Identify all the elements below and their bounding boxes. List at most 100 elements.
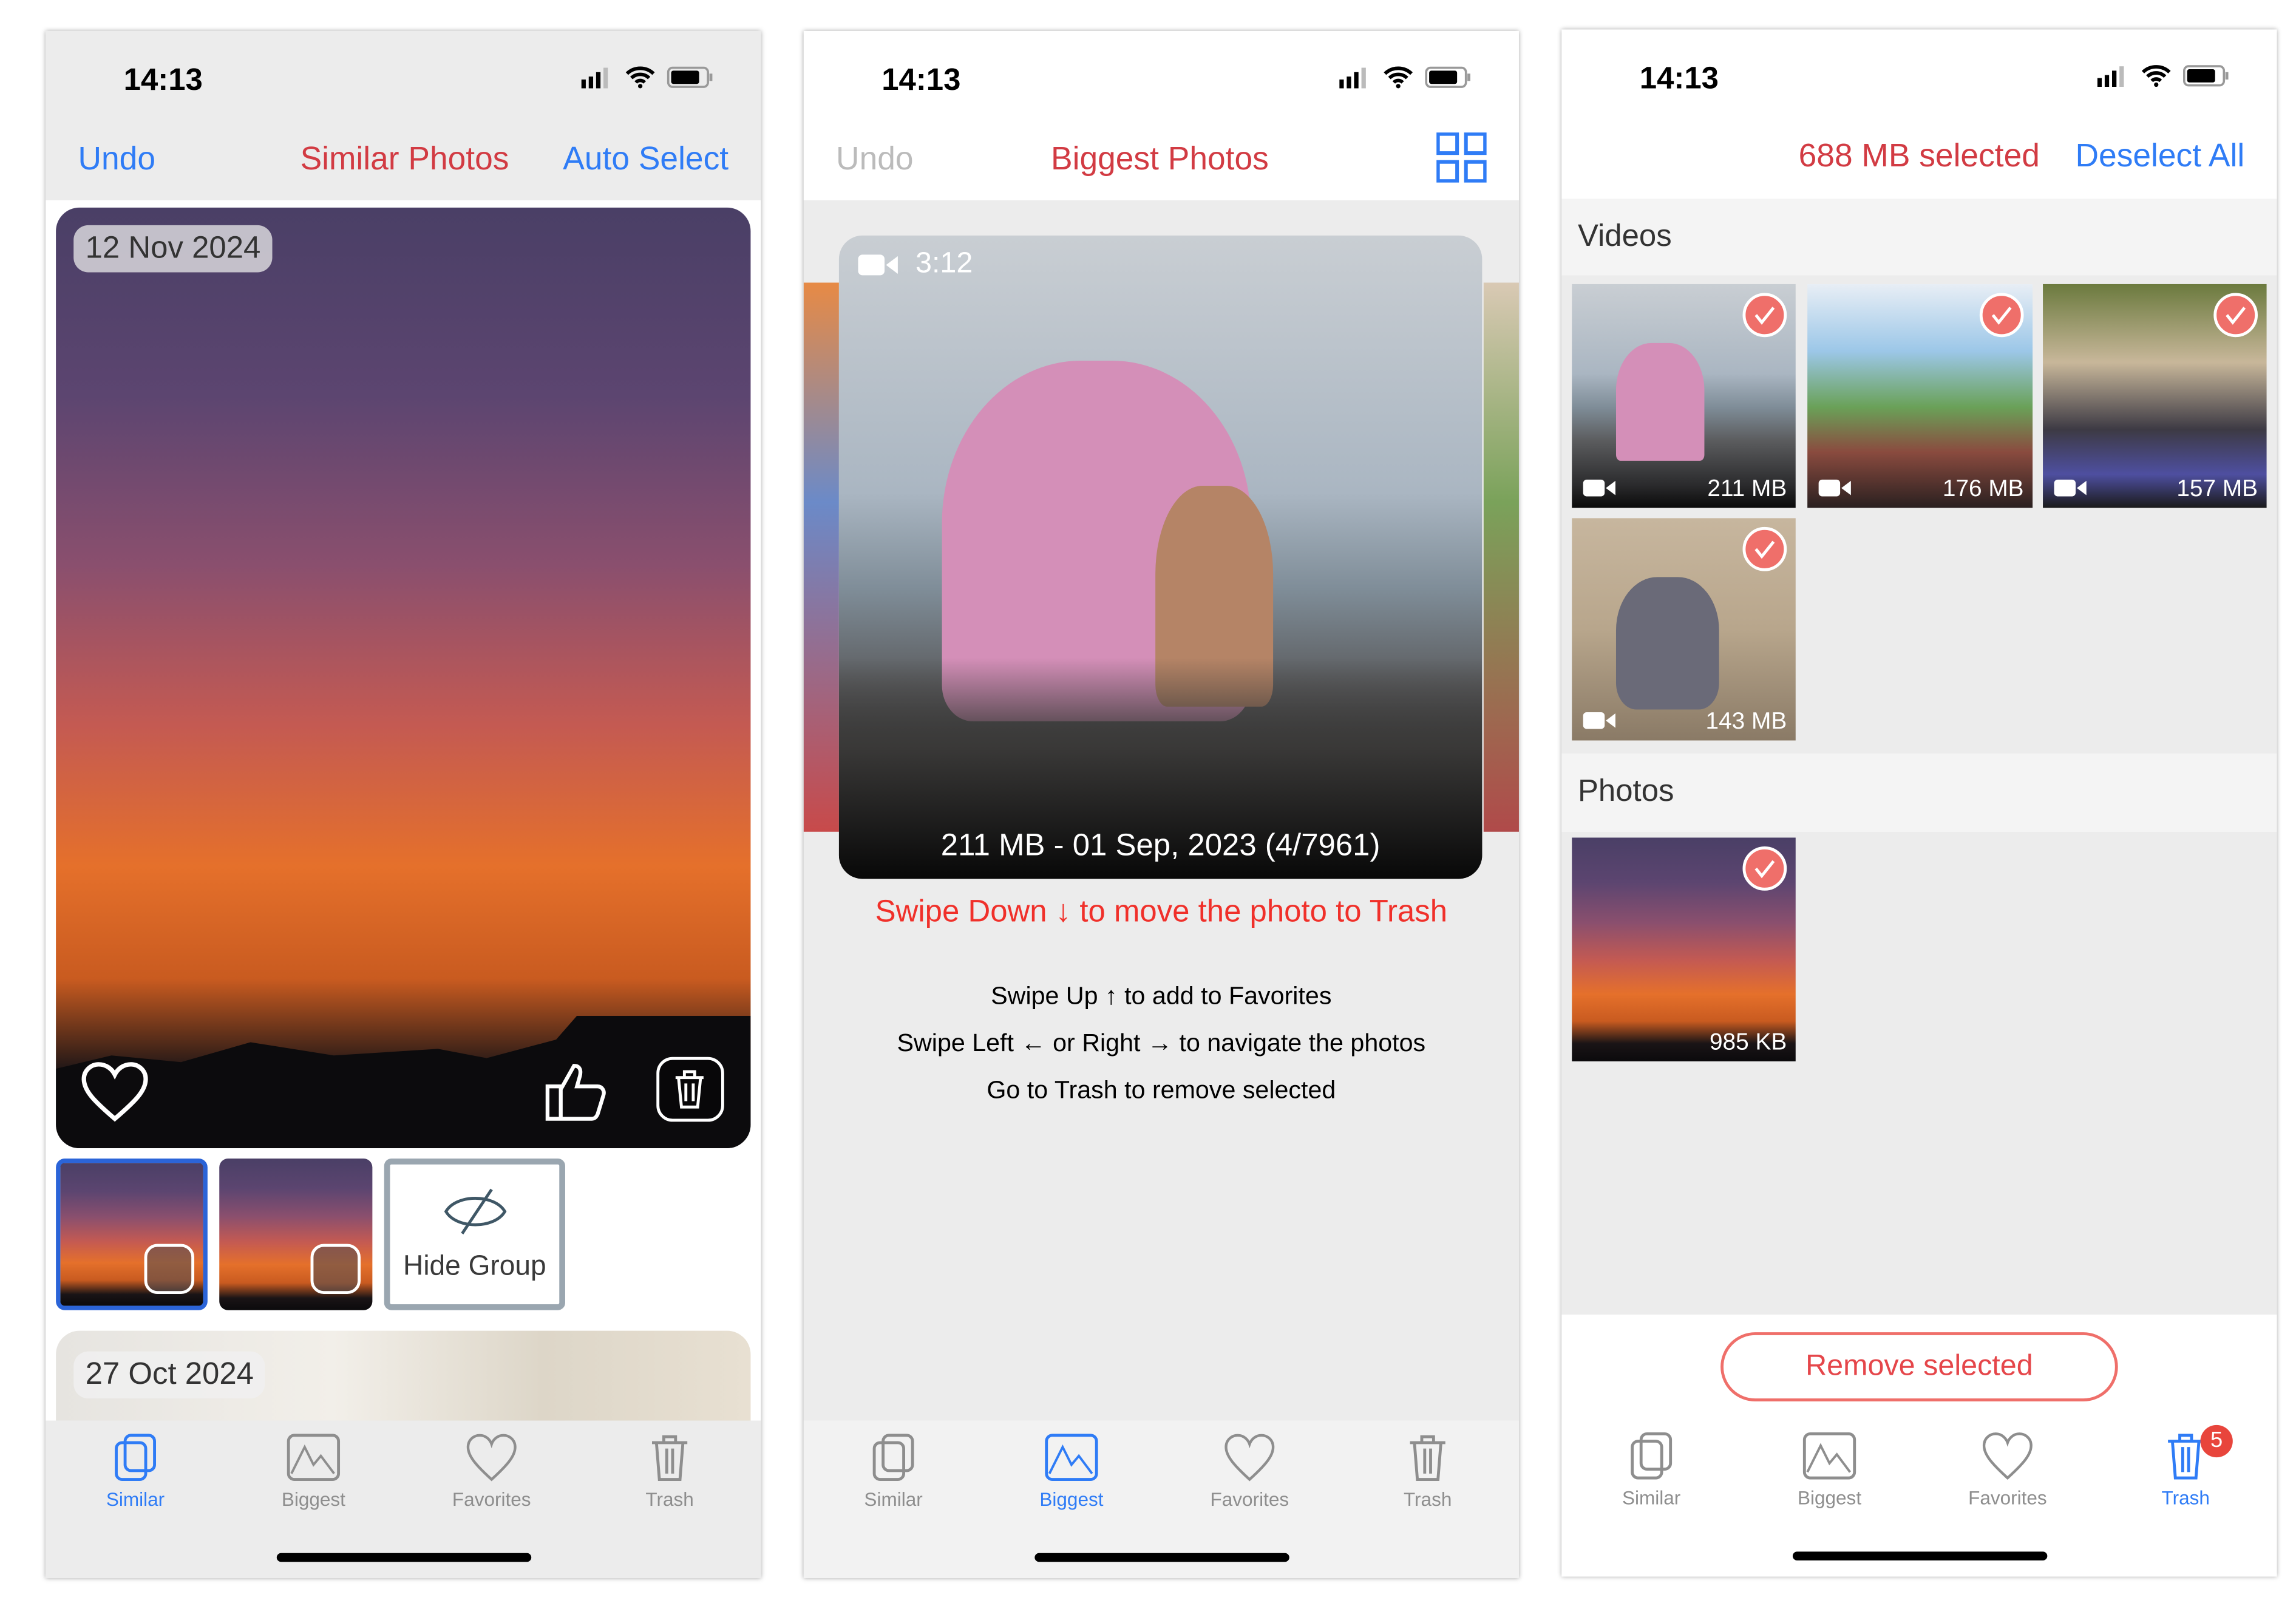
eye-slash-icon	[443, 1188, 506, 1234]
similar-icon	[62, 1432, 209, 1482]
next-photo-peek[interactable]	[1483, 282, 1519, 832]
heart-icon	[1934, 1431, 2081, 1481]
next-group-photo[interactable]: 27 Oct 2024	[56, 1330, 751, 1434]
biggest-icon	[998, 1432, 1145, 1482]
page-title: Biggest Photos	[1051, 140, 1269, 177]
video-camera-icon	[2054, 479, 2087, 497]
video-thumb[interactable]: 176 MB	[1807, 284, 2033, 508]
checkmark-icon[interactable]	[1742, 526, 1787, 571]
similar-thumb-selected[interactable]	[56, 1159, 208, 1310]
tab-favorites[interactable]: Favorites	[418, 1432, 565, 1510]
hide-group-label: Hide Group	[403, 1251, 546, 1282]
tab-label: Biggest	[281, 1488, 345, 1511]
auto-select-button[interactable]: Auto Select	[563, 140, 729, 178]
undo-button[interactable]: Undo	[78, 140, 155, 178]
photo-thumb[interactable]: 985 KB	[1572, 837, 1796, 1061]
checkmark-icon[interactable]	[1742, 293, 1787, 338]
video-thumb[interactable]: 211 MB	[1572, 284, 1796, 508]
video-camera-icon	[1818, 479, 1851, 497]
video-preview[interactable]: 3:12 211 MB - 01 Sep, 2023 (4/7961)	[838, 235, 1483, 879]
photo-caption: 211 MB - 01 Sep, 2023 (4/7961)	[940, 828, 1381, 863]
video-size: 157 MB	[2176, 477, 2258, 502]
tab-trash[interactable]: Trash	[596, 1432, 743, 1510]
group-date: 12 Nov 2024	[73, 225, 273, 273]
home-indicator	[1034, 1553, 1289, 1562]
video-thumb[interactable]: 143 MB	[1572, 518, 1796, 741]
tab-label: Similar	[1622, 1486, 1681, 1509]
group-date: 27 Oct 2024	[73, 1351, 266, 1399]
video-duration: 3:12	[915, 247, 973, 280]
photos-section-header: Photos	[1561, 754, 2277, 832]
status-time: 14:13	[123, 63, 203, 98]
video-thumb[interactable]: 157 MB	[2043, 284, 2267, 508]
status-icons	[581, 66, 714, 89]
videos-section-header: Videos	[1561, 199, 2277, 276]
instructions: Swipe Up ↑ to add to Favorites Swipe Lef…	[804, 973, 1519, 1115]
tab-label: Similar	[864, 1488, 923, 1511]
similar-screen: 14:13 Undo Similar Photos Auto Select 12…	[46, 30, 761, 1578]
trash-icon[interactable]	[310, 1244, 361, 1295]
hide-group-button[interactable]: Hide Group	[384, 1159, 565, 1310]
video-camera-icon	[858, 254, 898, 276]
main-photo[interactable]: 12 Nov 2024	[56, 207, 751, 1149]
heart-icon[interactable]	[80, 1060, 150, 1125]
previous-photo-peek[interactable]	[803, 282, 839, 832]
tab-bar: Similar Biggest Favorites Trash	[46, 1420, 761, 1578]
checkmark-icon[interactable]	[1979, 293, 2024, 338]
deselect-all-button[interactable]: Deselect All	[2076, 137, 2245, 175]
biggest-screen: 14:13 Undo Biggest Photos 3:12 211 MB - …	[803, 30, 1519, 1578]
similar-thumb[interactable]	[219, 1159, 373, 1310]
video-size: 143 MB	[1705, 709, 1787, 735]
tab-label: Trash	[1403, 1488, 1452, 1511]
trash-icon: 5	[2112, 1424, 2259, 1481]
tab-biggest[interactable]: Biggest	[240, 1432, 387, 1510]
battery-icon	[2182, 65, 2229, 87]
grid-view-icon[interactable]	[1436, 132, 1487, 183]
photo-size: 985 KB	[1709, 1030, 1787, 1056]
tab-label: Favorites	[1210, 1488, 1289, 1511]
instruction-line: Swipe Left ← or Right → to navigate the …	[897, 1029, 1426, 1057]
tab-label: Favorites	[452, 1488, 531, 1511]
tab-bar: Similar Biggest Favorites 5 Trash	[1561, 1419, 2277, 1577]
wifi-icon	[625, 66, 655, 89]
remove-selected-button[interactable]: Remove selected	[1720, 1332, 2118, 1402]
home-indicator	[276, 1553, 532, 1562]
tab-biggest[interactable]: Biggest	[998, 1432, 1145, 1510]
trash-icon	[1354, 1432, 1501, 1482]
trash-icon[interactable]	[144, 1244, 195, 1295]
trash-icon	[675, 1070, 704, 1109]
tab-similar[interactable]: Similar	[62, 1432, 209, 1510]
tab-trash[interactable]: Trash	[1354, 1432, 1501, 1510]
swipe-down-hint: Swipe Down ↓ to move the photo to Trash	[875, 895, 1448, 929]
undo-button[interactable]: Undo	[836, 140, 914, 178]
tab-favorites[interactable]: Favorites	[1176, 1432, 1323, 1510]
battery-icon	[667, 66, 713, 88]
tab-similar[interactable]: Similar	[1578, 1431, 1725, 1509]
instruction-line: Go to Trash to remove selected	[987, 1076, 1336, 1104]
battery-icon	[1425, 66, 1470, 88]
video-size: 211 MB	[1707, 477, 1787, 502]
tab-label: Favorites	[1968, 1486, 2047, 1509]
heart-icon	[1176, 1432, 1323, 1482]
selected-size: 688 MB selected	[1798, 137, 2040, 174]
home-indicator	[1792, 1551, 2048, 1560]
status-icons	[2097, 65, 2230, 87]
tab-favorites[interactable]: Favorites	[1934, 1431, 2081, 1509]
cellular-signal-icon	[581, 67, 608, 88]
tab-trash[interactable]: 5 Trash	[2112, 1424, 2259, 1509]
thumbs-up-icon[interactable]	[542, 1057, 610, 1125]
checkmark-icon[interactable]	[2213, 293, 2258, 338]
video-camera-icon	[1583, 479, 1615, 497]
similar-icon	[1578, 1431, 1725, 1481]
video-size: 176 MB	[1942, 477, 2024, 502]
tab-label: Biggest	[1797, 1486, 1862, 1509]
status-icons	[1339, 66, 1472, 89]
trash-button[interactable]	[656, 1057, 724, 1122]
heart-icon	[418, 1432, 565, 1482]
tab-biggest[interactable]: Biggest	[1756, 1431, 1903, 1509]
tab-similar[interactable]: Similar	[820, 1432, 966, 1510]
wifi-icon	[2141, 65, 2171, 87]
page-title: Similar Photos	[300, 140, 509, 177]
checkmark-icon[interactable]	[1742, 846, 1787, 891]
trash-count-badge: 5	[2200, 1424, 2233, 1458]
